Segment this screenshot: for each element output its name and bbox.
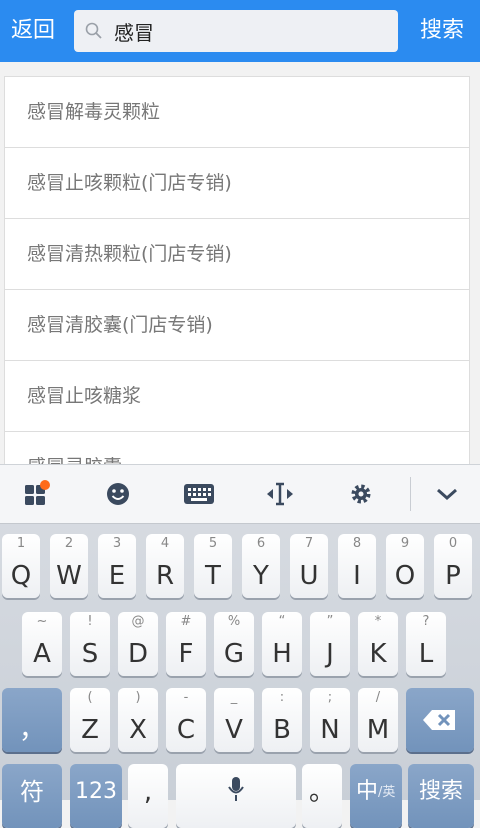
comma-small-key[interactable]: , <box>128 764 168 828</box>
key-s[interactable]: ! S <box>70 612 110 676</box>
key-z[interactable]: (Z <box>70 688 110 752</box>
symbol-key[interactable]: 符 <box>2 764 62 828</box>
key-r[interactable]: 4R <box>146 534 184 598</box>
search-input[interactable] <box>114 10 384 52</box>
key-w[interactable]: 2W <box>50 534 88 598</box>
number-key[interactable]: 123 <box>70 764 122 828</box>
top-bar: 返回 搜索 <box>0 0 480 62</box>
suggestion-item[interactable]: 感冒清胶囊(门店专销) <box>5 290 469 361</box>
keyboard-search-key[interactable]: 搜索 <box>408 764 474 828</box>
key-k[interactable]: * K <box>358 612 398 676</box>
key-c[interactable]: -C <box>166 688 206 752</box>
key-t[interactable]: 5T <box>194 534 232 598</box>
key-i[interactable]: 8I <box>338 534 376 598</box>
key-a[interactable]: ~ A <box>22 612 62 676</box>
toolbar-divider <box>410 477 411 511</box>
key-m[interactable]: / M <box>358 688 398 752</box>
apps-icon[interactable] <box>12 465 62 523</box>
key-o[interactable]: 9O <box>386 534 424 598</box>
suggestion-item[interactable]: 感冒解毒灵颗粒 <box>5 77 469 148</box>
period-key[interactable]: 。 <box>302 764 342 828</box>
back-button[interactable]: 返回 <box>0 0 66 62</box>
key-v[interactable]: _ V <box>214 688 254 752</box>
key-f[interactable]: # F <box>166 612 206 676</box>
emoji-icon[interactable] <box>93 465 143 523</box>
soft-keyboard: 1Q 2W 3E 4R 5T 6Y 7U 8I 9O 0P ~ A ! S @ D #… <box>0 464 480 828</box>
key-b[interactable]: :B <box>262 688 302 752</box>
collapse-icon[interactable] <box>422 465 472 523</box>
suggestion-item[interactable]: 感冒止咳颗粒(门店专销) <box>5 148 469 219</box>
search-icon <box>84 21 104 41</box>
cursor-icon[interactable] <box>255 465 305 523</box>
space-key[interactable] <box>176 764 296 828</box>
key-x[interactable]: ) X <box>118 688 158 752</box>
key-g[interactable]: % G <box>214 612 254 676</box>
key-d[interactable]: @ D <box>118 612 158 676</box>
key-y[interactable]: 6Y <box>242 534 280 598</box>
key-h[interactable]: “H <box>262 612 302 676</box>
key-p[interactable]: 0P <box>434 534 472 598</box>
settings-icon[interactable] <box>336 465 386 523</box>
keyboard-toolbar <box>0 464 480 524</box>
keyboard-icon[interactable] <box>174 465 224 523</box>
search-box[interactable] <box>74 10 398 52</box>
key-n[interactable]: ; N <box>310 688 350 752</box>
key-e[interactable]: 3E <box>98 534 136 598</box>
backspace-icon <box>423 710 455 730</box>
suggestion-item[interactable]: 感冒止咳糖浆 <box>5 361 469 432</box>
key-q[interactable]: 1Q <box>2 534 40 598</box>
comma-key[interactable]: ， <box>2 688 62 752</box>
suggestion-item[interactable]: 感冒清热颗粒(门店专销) <box>5 219 469 290</box>
backspace-key[interactable] <box>406 688 474 752</box>
language-key[interactable]: 中/英 <box>350 764 402 828</box>
key-l[interactable]: ? L <box>406 612 446 676</box>
suggestion-list: 感冒解毒灵颗粒 感冒止咳颗粒(门店专销) 感冒清热颗粒(门店专销) 感冒清胶囊(… <box>4 76 470 478</box>
key-u[interactable]: 7U <box>290 534 328 598</box>
key-j[interactable]: ” J <box>310 612 350 676</box>
search-button[interactable]: 搜索 <box>404 0 480 62</box>
microphone-icon <box>228 777 244 801</box>
